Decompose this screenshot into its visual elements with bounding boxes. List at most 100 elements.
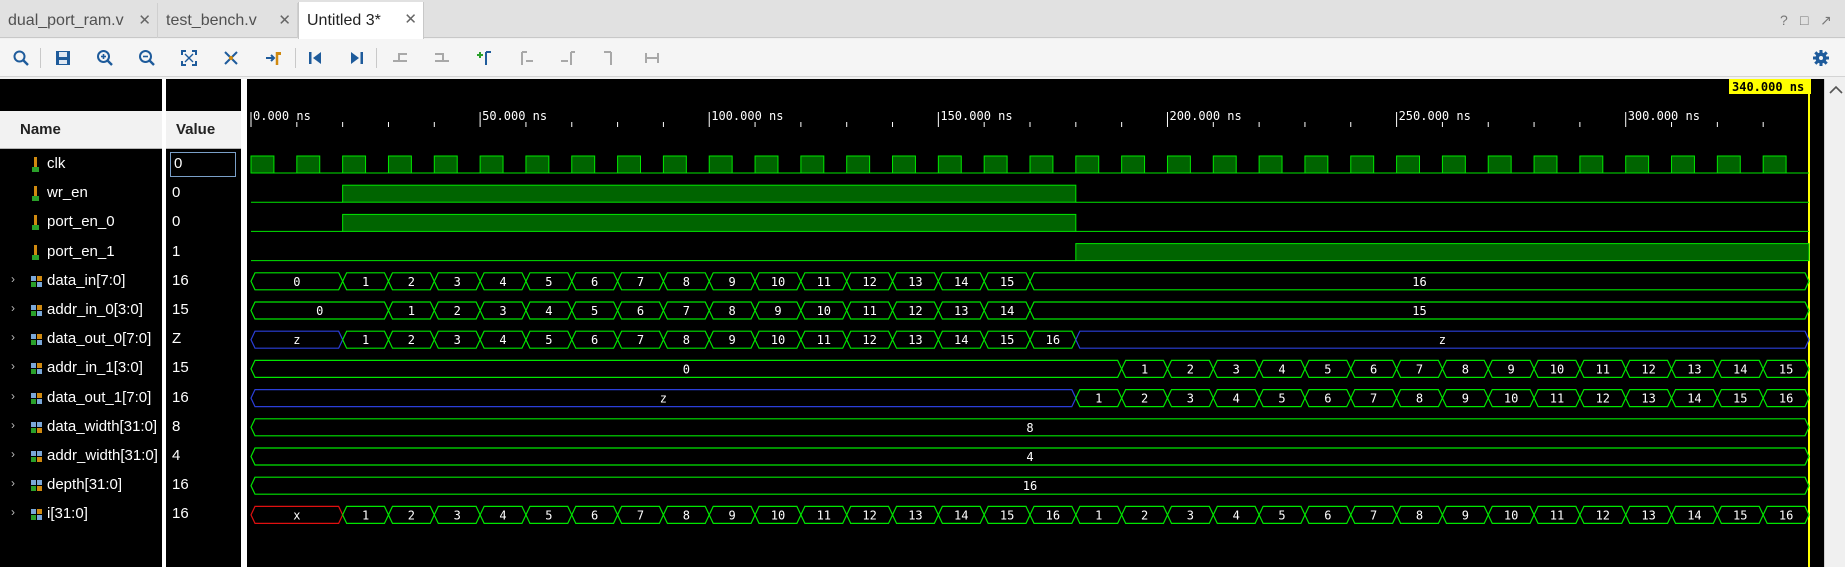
bus-value-label: 1: [408, 304, 415, 318]
waveform-canvas[interactable]: 0.000 ns 50.000 ns 100.000 ns 150.000 ns 200…: [247, 79, 1845, 567]
bus-value-label: 7: [637, 333, 644, 347]
close-icon[interactable]: ✕: [138, 11, 151, 29]
bus-value-label: 13: [908, 508, 922, 522]
bus-value-label: 3: [454, 508, 461, 522]
close-icon[interactable]: ✕: [404, 10, 417, 28]
signal-value: 15: [172, 359, 189, 377]
signal-row[interactable]: wr_en: [0, 179, 162, 208]
signal-row[interactable]: › addr_width[31:0]: [0, 442, 162, 471]
float-icon[interactable]: ↗: [1820, 12, 1832, 29]
bus-value-label: 12: [1596, 508, 1610, 522]
chevron-right-icon[interactable]: ›: [11, 505, 15, 519]
zoom-fit-icon[interactable]: [177, 47, 201, 69]
clock-high-pulse: [617, 155, 641, 174]
tab-test-bench[interactable]: test_bench.v ✕: [158, 3, 298, 38]
value-row[interactable]: Z: [166, 325, 241, 354]
signal-value: 1: [172, 242, 181, 260]
tab-dual-port-ram[interactable]: dual_port_ram.v ✕: [0, 3, 158, 38]
value-row[interactable]: 4: [166, 442, 241, 471]
value-row[interactable]: 0: [166, 179, 241, 208]
vertical-scrollbar[interactable]: [1824, 79, 1845, 567]
chevron-right-icon[interactable]: ›: [11, 476, 15, 490]
bus-signal-icon: [30, 331, 42, 348]
clock-high-pulse: [1350, 155, 1375, 174]
value-column-header[interactable]: Value: [166, 111, 241, 149]
save-icon[interactable]: [51, 47, 75, 69]
chevron-right-icon[interactable]: ›: [11, 330, 15, 344]
value-row[interactable]: 8: [166, 413, 241, 442]
gear-icon[interactable]: [1809, 47, 1833, 69]
toolbar-separator: [376, 48, 377, 68]
waveform-plot[interactable]: 0.000 ns 50.000 ns 100.000 ns 150.000 ns 200…: [247, 79, 1824, 567]
parameter-bus-icon: [30, 419, 42, 436]
swap-markers-icon[interactable]: [598, 47, 622, 69]
chevron-right-icon[interactable]: ›: [11, 447, 15, 461]
value-row[interactable]: 16: [166, 267, 241, 296]
chevron-right-icon[interactable]: ›: [11, 272, 15, 286]
add-marker-icon[interactable]: [472, 47, 496, 69]
restore-icon[interactable]: □: [1800, 12, 1808, 28]
bus-value-label: 15: [1000, 508, 1014, 522]
signal-row[interactable]: port_en_1: [0, 238, 162, 267]
close-icon[interactable]: ✕: [278, 11, 291, 29]
value-row[interactable]: 0: [166, 150, 241, 179]
chevron-right-icon[interactable]: ›: [11, 389, 15, 403]
signal-row[interactable]: › addr_in_0[3:0]: [0, 296, 162, 325]
time-tick-label: 0.000 ns: [253, 109, 311, 123]
bus-value-label: 9: [774, 304, 781, 318]
signal-row[interactable]: › depth[31:0]: [0, 471, 162, 500]
value-row[interactable]: 15: [166, 354, 241, 383]
next-transition-icon[interactable]: [430, 47, 454, 69]
bus-value-label: 7: [637, 508, 644, 522]
clock-high-pulse: [479, 155, 504, 174]
previous-transition-icon[interactable]: [388, 47, 412, 69]
zoom-out-icon[interactable]: [135, 47, 159, 69]
tab-untitled-3[interactable]: Untitled 3* ✕: [298, 2, 424, 39]
bus-value-label: 16: [1412, 275, 1426, 289]
bus-value-label: 7: [683, 304, 690, 318]
chevron-right-icon[interactable]: ›: [11, 301, 15, 315]
bus-value-label: 6: [591, 275, 598, 289]
value-row[interactable]: 15: [166, 296, 241, 325]
value-row[interactable]: 16: [166, 471, 241, 500]
signal-row[interactable]: › data_width[31:0]: [0, 413, 162, 442]
go-to-start-icon[interactable]: [303, 47, 327, 69]
parameter-bus-icon: [30, 477, 42, 494]
clock-high-pulse: [846, 155, 871, 174]
help-icon[interactable]: ?: [1780, 12, 1788, 28]
clock-high-pulse: [1579, 155, 1604, 174]
signal-row[interactable]: › data_in[7:0]: [0, 267, 162, 296]
clock-high-pulse: [525, 155, 550, 174]
chevron-right-icon[interactable]: ›: [11, 359, 15, 373]
bus-value-label: 14: [954, 275, 968, 289]
bus-value-label: 13: [954, 304, 968, 318]
value-row[interactable]: 16: [166, 384, 241, 413]
signal-row[interactable]: port_en_0: [0, 208, 162, 237]
clock-high-pulse: [1121, 155, 1146, 174]
signal-row[interactable]: clk: [0, 150, 162, 179]
bus-value-label: 4: [1278, 362, 1285, 376]
value-row[interactable]: 1: [166, 238, 241, 267]
next-marker-icon[interactable]: [556, 47, 580, 69]
search-icon[interactable]: [9, 47, 33, 69]
name-column-header[interactable]: Name: [0, 111, 162, 149]
bus-value-label: 14: [1000, 304, 1014, 318]
value-row[interactable]: 0: [166, 208, 241, 237]
value-row[interactable]: 16: [166, 500, 241, 529]
signal-name: i[31:0]: [47, 505, 88, 523]
signal-row[interactable]: › addr_in_1[3:0]: [0, 354, 162, 383]
bus-value-label: 3: [1187, 392, 1194, 406]
bus-value-label: 12: [1641, 362, 1655, 376]
signal-row[interactable]: › i[31:0]: [0, 500, 162, 529]
marker-range-icon[interactable]: [640, 47, 664, 69]
previous-marker-icon[interactable]: [514, 47, 538, 69]
zoom-in-icon[interactable]: [93, 47, 117, 69]
go-to-end-icon[interactable]: [345, 47, 369, 69]
go-to-cursor-icon[interactable]: [261, 47, 285, 69]
swap-cursor-icon[interactable]: [219, 47, 243, 69]
bit-signal-icon: [30, 214, 42, 231]
chevron-right-icon[interactable]: ›: [11, 418, 15, 432]
bus-value-label: 16: [1046, 333, 1060, 347]
signal-row[interactable]: › data_out_1[7:0]: [0, 384, 162, 413]
signal-row[interactable]: › data_out_0[7:0]: [0, 325, 162, 354]
